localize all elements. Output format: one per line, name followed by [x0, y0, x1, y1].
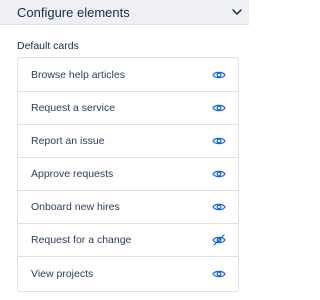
- card-label: View projects: [31, 268, 94, 280]
- chevron-down-icon[interactable]: [231, 6, 243, 18]
- card-label: Approve requests: [31, 168, 114, 180]
- card-row-onboard-new-hires[interactable]: Onboard new hires: [18, 190, 238, 223]
- card-label: Report an issue: [31, 135, 105, 147]
- card-row-view-projects[interactable]: View projects: [18, 256, 238, 291]
- card-label: Browse help articles: [31, 68, 125, 81]
- card-row-approve-requests[interactable]: Approve requests: [18, 157, 238, 190]
- header-title: Configure elements: [17, 5, 130, 20]
- card-label: Onboard new hires: [31, 201, 120, 213]
- eye-icon[interactable]: [212, 103, 226, 113]
- card-label: Request for a change: [31, 234, 132, 246]
- eye-off-icon[interactable]: [212, 234, 226, 246]
- card-label: Request a service: [31, 102, 116, 114]
- card-row-browse-help-articles[interactable]: Browse help articles: [18, 58, 238, 91]
- card-row-request-for-a-change[interactable]: Request for a change: [18, 223, 238, 256]
- eye-icon[interactable]: [212, 202, 226, 212]
- card-row-report-an-issue[interactable]: Report an issue: [18, 124, 238, 157]
- section-label: Default cards: [17, 40, 79, 52]
- eye-icon[interactable]: [212, 269, 226, 279]
- eye-icon[interactable]: [212, 136, 226, 146]
- eye-icon[interactable]: [212, 169, 226, 179]
- configure-elements-header[interactable]: Configure elements: [0, 0, 249, 25]
- eye-icon[interactable]: [212, 70, 226, 80]
- card-row-request-a-service[interactable]: Request a service: [18, 91, 238, 124]
- default-cards-list: Browse help articles Request a service R…: [17, 57, 239, 292]
